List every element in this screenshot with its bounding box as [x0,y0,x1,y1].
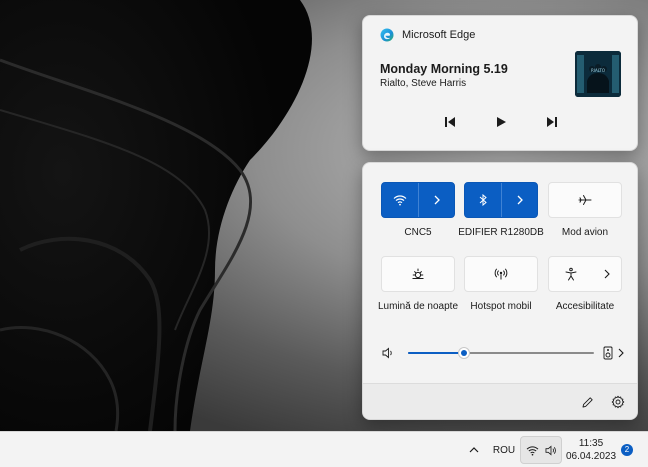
accessibility-more-button[interactable] [593,257,621,291]
volume-slider-fill [408,352,464,354]
speaker-icon [545,444,556,456]
night-light-tile [381,256,455,292]
chevron-up-icon [469,447,479,453]
hotspot-icon [494,268,508,280]
clock-date: 06.04.2023 [565,451,617,462]
chevron-right-icon [434,195,440,205]
chevron-right-icon [517,195,523,205]
speaker-icon [382,347,392,359]
taskbar-clock[interactable]: 11:35 06.04.2023 [565,437,617,463]
media-app-name: Microsoft Edge [402,29,476,41]
audio-device-icon[interactable] [603,346,613,360]
play-button[interactable] [489,110,513,134]
media-track-title: Monday Morning 5.19 [380,62,508,76]
show-hidden-icons-button[interactable] [466,442,482,458]
bluetooth-more-button[interactable] [501,183,537,217]
notification-badge[interactable]: 2 [621,444,633,456]
wifi-icon [393,195,407,206]
wifi-toggle-button[interactable] [382,183,418,217]
quick-settings-footer [363,383,637,419]
bluetooth-tile [464,182,538,218]
edit-pencil-icon [582,396,593,407]
previous-track-icon [445,117,455,127]
settings-button[interactable] [610,394,626,410]
volume-slider-row [382,346,624,360]
previous-track-button[interactable] [438,110,462,134]
wifi-tile [381,182,455,218]
volume-slider-thumb[interactable] [458,347,470,359]
mobile-hotspot-button[interactable] [465,257,537,291]
night-light-icon [412,268,424,279]
next-track-icon [547,117,557,127]
play-icon [497,117,506,127]
media-controls [363,110,639,134]
edge-icon [380,28,394,42]
wifi-tile-label: CNC5 [404,227,432,238]
hotspot-tile [464,256,538,292]
night-light-button[interactable] [382,257,454,291]
bluetooth-icon [479,194,487,206]
airplane-tile [548,182,622,218]
chevron-right-icon[interactable] [617,348,625,358]
network-volume-button[interactable] [520,436,562,464]
night-light-tile-label: Lumină de noapte [377,301,459,312]
media-flyout: Microsoft Edge Monday Morning 5.19 Rialt… [362,15,638,151]
input-language-button[interactable]: ROU [490,442,518,458]
wifi-more-button[interactable] [418,183,454,217]
airplane-icon [578,195,592,205]
media-app-header: Microsoft Edge [380,28,475,42]
next-track-button[interactable] [540,110,564,134]
accessibility-icon [565,267,577,281]
edit-quick-settings-button[interactable] [579,394,595,410]
quick-settings-panel: CNC5 EDIFIER R1280DB Mod avion Lumină de… [362,162,638,420]
accessibility-button[interactable] [549,257,593,291]
media-track-artist: Rialto, Steve Harris [380,78,467,89]
accessibility-tile [548,256,622,292]
bluetooth-tile-label: EDIFIER R1280DB [458,227,544,238]
settings-gear-icon [611,395,625,409]
album-art: RIALTO [575,51,621,97]
accessibility-tile-label: Accesibilitate [555,301,615,312]
bluetooth-toggle-button[interactable] [465,183,501,217]
chevron-right-icon [604,269,610,279]
hotspot-tile-label: Hotspot mobil [470,301,532,312]
wifi-icon [526,445,538,456]
album-art-text: RIALTO [591,68,605,73]
taskbar: ROU 11:35 06.04.2023 2 [0,431,648,467]
clock-time: 11:35 [578,438,604,449]
airplane-tile-label: Mod avion [561,227,609,238]
airplane-mode-button[interactable] [549,183,621,217]
